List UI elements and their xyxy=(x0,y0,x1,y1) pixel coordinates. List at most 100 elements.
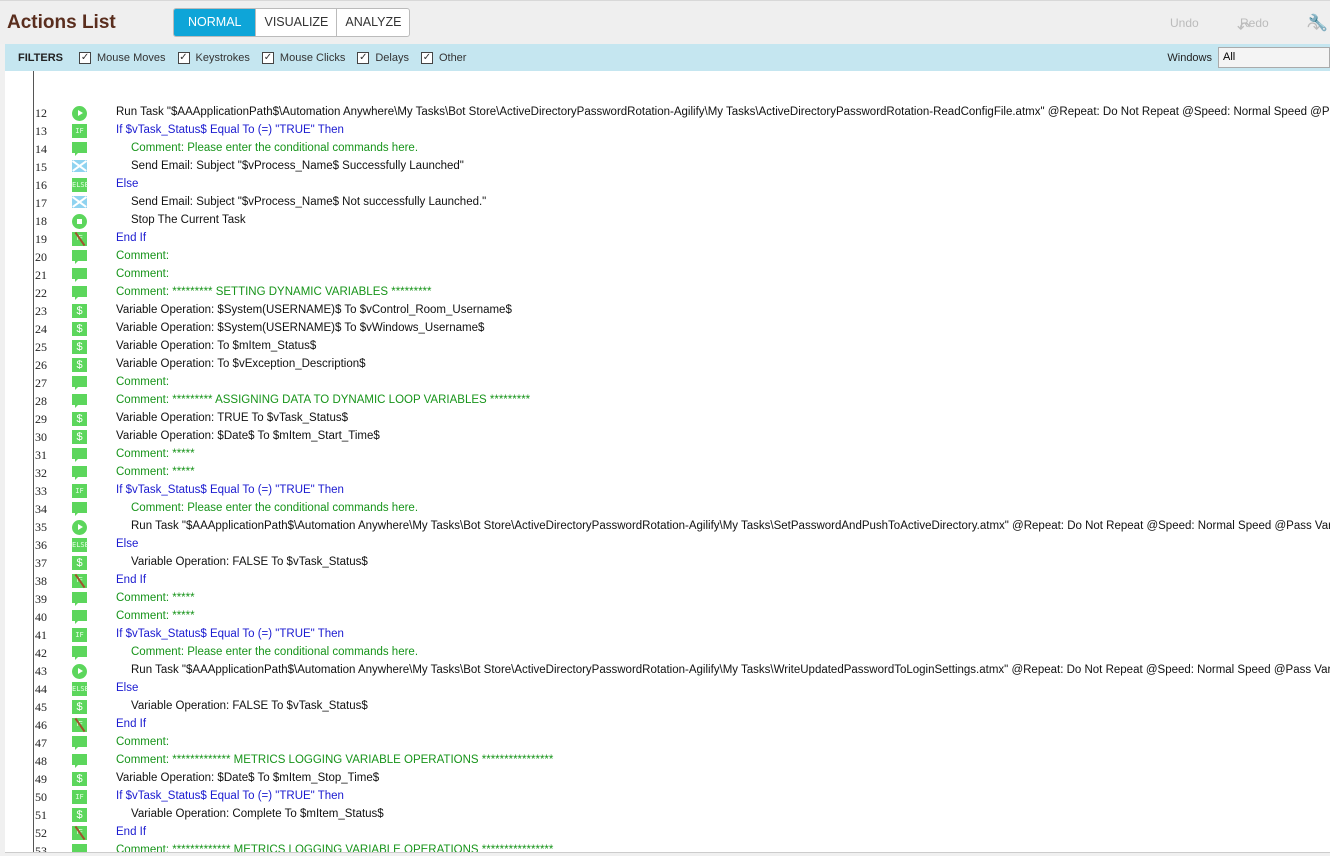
undo-button[interactable]: ↶ Undo xyxy=(1170,16,1250,37)
action-text: Variable Operation: $Date$ To $mItem_Sto… xyxy=(116,772,380,784)
action-row[interactable]: 42 Comment: Please enter the conditional … xyxy=(5,644,1330,662)
email-icon xyxy=(72,196,87,208)
checkbox[interactable]: ✓ xyxy=(177,51,190,64)
variable-icon: $ xyxy=(72,808,87,822)
action-row[interactable]: 43 Run Task "$AAApplicationPath$\Automati… xyxy=(5,662,1330,680)
action-text: Comment: xyxy=(116,736,170,748)
action-text: End If xyxy=(116,826,147,838)
action-row[interactable]: 21 Comment: xyxy=(5,266,1330,284)
action-row[interactable]: 14 Comment: Please enter the conditional … xyxy=(5,140,1330,158)
variable-icon: $ xyxy=(72,772,87,786)
action-row[interactable]: 52 IF End If xyxy=(5,824,1330,842)
action-row[interactable]: 47 Comment: xyxy=(5,734,1330,752)
checkbox[interactable]: ✓ xyxy=(261,51,274,64)
action-text: Comment: ************* METRICS LOGGING V… xyxy=(116,844,554,853)
action-text: Comment: Please enter the conditional co… xyxy=(131,502,419,514)
wrench-icon[interactable]: 🔧 xyxy=(1308,13,1328,33)
action-row[interactable]: 46 IF End If xyxy=(5,716,1330,734)
action-row[interactable]: 31 Comment: ***** xyxy=(5,446,1330,464)
action-row[interactable]: 25 $ Variable Operation: To $mItem_Status$ xyxy=(5,338,1330,356)
action-row[interactable]: 19 IF End If xyxy=(5,230,1330,248)
action-row[interactable]: 44 ELSE Else xyxy=(5,680,1330,698)
action-row[interactable]: 36 ELSE Else xyxy=(5,536,1330,554)
mode-visualize-button[interactable]: VISUALIZE xyxy=(255,9,336,36)
action-row[interactable]: 48 Comment: ************* METRICS LOGGING… xyxy=(5,752,1330,770)
action-text: Comment: ************* METRICS LOGGING V… xyxy=(116,754,554,766)
action-row[interactable]: 32 Comment: ***** xyxy=(5,464,1330,482)
action-row[interactable]: 49 $ Variable Operation: $Date$ To $mItem_… xyxy=(5,770,1330,788)
action-text: Run Task "$AAApplicationPath$\Automation… xyxy=(116,106,1330,118)
action-text: Send Email: Subject "$vProcess_Name$ Not… xyxy=(131,196,487,208)
checkbox[interactable]: ✓ xyxy=(79,51,92,64)
variable-icon: $ xyxy=(72,700,87,714)
comment-icon xyxy=(72,142,87,156)
else-icon: ELSE xyxy=(72,682,89,696)
action-text: If $vTask_Status$ Equal To (=) "TRUE" Th… xyxy=(116,124,344,136)
action-row[interactable]: 40 Comment: ***** xyxy=(5,608,1330,626)
action-row[interactable]: 18 Stop The Current Task xyxy=(5,212,1330,230)
action-text: Comment: ********* ASSIGNING DATA TO DYN… xyxy=(116,394,531,406)
end-if-icon: IF xyxy=(72,232,87,246)
checkbox[interactable]: ✓ xyxy=(420,51,433,64)
filter-other[interactable]: ✓ Other xyxy=(420,51,466,64)
action-text: Variable Operation: FALSE To $vTask_Stat… xyxy=(131,556,368,568)
action-row[interactable]: 22 Comment: ********* SETTING DYNAMIC VAR… xyxy=(5,284,1330,302)
end-if-icon: IF xyxy=(72,826,87,840)
mode-normal-button[interactable]: NORMAL xyxy=(174,9,256,36)
action-row[interactable]: 37 $ Variable Operation: FALSE To $vTask_S… xyxy=(5,554,1330,572)
run-task-icon xyxy=(72,106,87,121)
checkbox[interactable]: ✓ xyxy=(357,51,370,64)
variable-icon: $ xyxy=(72,322,87,336)
action-row[interactable]: 26 $ Variable Operation: To $vException_De… xyxy=(5,356,1330,374)
action-row[interactable]: 27 Comment: xyxy=(5,374,1330,392)
action-row[interactable]: 20 Comment: xyxy=(5,248,1330,266)
line-number: 12 xyxy=(35,106,47,120)
action-row[interactable]: 24 $ Variable Operation: $System(USERNAME)… xyxy=(5,320,1330,338)
else-icon: ELSE xyxy=(72,178,89,192)
filter-delays[interactable]: ✓ Delays xyxy=(357,51,409,64)
line-number: 35 xyxy=(35,520,47,534)
line-number: 53 xyxy=(35,844,47,853)
comment-icon xyxy=(72,736,87,750)
variable-icon: $ xyxy=(72,358,87,372)
action-row[interactable]: 50 IF If $vTask_Status$ Equal To (=) "TRUE… xyxy=(5,788,1330,806)
action-row[interactable]: 30 $ Variable Operation: $Date$ To $mItem_… xyxy=(5,428,1330,446)
comment-icon xyxy=(72,448,87,462)
variable-icon: $ xyxy=(72,430,87,444)
action-row[interactable]: 17 Send Email: Subject "$vProcess_Name$ N… xyxy=(5,194,1330,212)
action-row[interactable]: 15 Send Email: Subject "$vProcess_Name$ S… xyxy=(5,158,1330,176)
redo-button[interactable]: ↷ Redo xyxy=(1240,16,1320,37)
action-row[interactable]: 53 Comment: ************* METRICS LOGGING… xyxy=(5,842,1330,853)
action-text: Comment: ********* SETTING DYNAMIC VARIA… xyxy=(116,286,432,298)
comment-icon xyxy=(72,646,87,660)
filter-keystrokes[interactable]: ✓ Keystrokes xyxy=(177,51,250,64)
filter-mouse-moves[interactable]: ✓ Mouse Moves xyxy=(79,51,166,64)
windows-select[interactable]: All xyxy=(1218,47,1330,68)
mode-analyze-button[interactable]: ANALYZE xyxy=(336,9,409,36)
action-text: Send Email: Subject "$vProcess_Name$ Suc… xyxy=(131,160,464,172)
action-row[interactable]: 12 Run Task "$AAApplicationPath$\Automati… xyxy=(5,104,1330,122)
action-row[interactable]: 23 $ Variable Operation: $System(USERNAME)… xyxy=(5,302,1330,320)
action-row[interactable]: 13 IF If $vTask_Status$ Equal To (=) "TRUE… xyxy=(5,122,1330,140)
action-row[interactable]: 35 Run Task "$AAApplicationPath$\Automati… xyxy=(5,518,1330,536)
line-number: 25 xyxy=(35,340,47,354)
actions-list[interactable]: 12 Run Task "$AAApplicationPath$\Automati… xyxy=(5,71,1330,853)
line-number: 39 xyxy=(35,592,47,606)
action-text: Run Task "$AAApplicationPath$\Automation… xyxy=(131,520,1330,532)
line-number: 52 xyxy=(35,826,47,840)
action-row[interactable]: 51 $ Variable Operation: Complete To $mIte… xyxy=(5,806,1330,824)
action-row[interactable]: 34 Comment: Please enter the conditional … xyxy=(5,500,1330,518)
action-row[interactable]: 38 IF End If xyxy=(5,572,1330,590)
filter-mouse-clicks[interactable]: ✓ Mouse Clicks xyxy=(261,51,345,64)
action-row[interactable]: 41 IF If $vTask_Status$ Equal To (=) "TRUE… xyxy=(5,626,1330,644)
action-row[interactable]: 39 Comment: ***** xyxy=(5,590,1330,608)
line-number: 45 xyxy=(35,700,47,714)
line-number: 34 xyxy=(35,502,47,516)
action-row[interactable]: 33 IF If $vTask_Status$ Equal To (=) "TRUE… xyxy=(5,482,1330,500)
action-row[interactable]: 28 Comment: ********* ASSIGNING DATA TO D… xyxy=(5,392,1330,410)
variable-icon: $ xyxy=(72,340,87,354)
action-row[interactable]: 16 ELSE Else xyxy=(5,176,1330,194)
comment-icon xyxy=(72,376,87,390)
action-row[interactable]: 29 $ Variable Operation: TRUE To $vTask_St… xyxy=(5,410,1330,428)
action-row[interactable]: 45 $ Variable Operation: FALSE To $vTask_S… xyxy=(5,698,1330,716)
